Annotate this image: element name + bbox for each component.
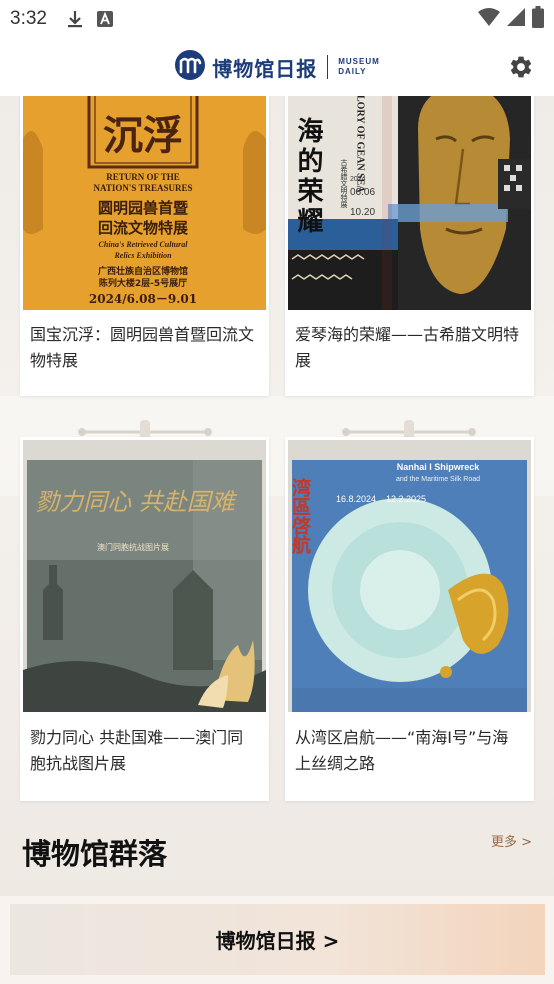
poster-cn-sub2: 回流文物特展 [98,219,188,237]
app-header: 博物馆日报 MUSEUM DAILY [0,38,554,96]
poster-venue1: 广西壮族自治区博物馆 [98,265,188,277]
poster-cn-big: 海的荣耀 [293,117,323,237]
poster-cn-small: 古希腊文明特展 [340,158,348,209]
exhibition-title[interactable]: 国宝沉浮：圆明园兽首暨回流文物特展 [30,322,259,374]
poster-en2: and the Maritime Silk Road [396,476,480,483]
logo-text: 博物馆日报 [212,56,318,81]
poster-year: 2024 [350,176,366,183]
bottom-bar: 博物馆日报 > [0,896,554,984]
poster-cn-big: 沉浮 [103,112,183,159]
section-title: 博物馆群落 [22,837,168,871]
settings-gear-icon[interactable] [508,54,534,80]
logo-en: MUSEUM DAILY [338,57,380,77]
logo-en-line2: DAILY [338,67,367,76]
exhibition-card[interactable]: 湾區啓航 Nanhai I Shipwreck and the Maritime… [285,437,534,801]
more-link[interactable]: 更多 > [491,831,532,850]
poster-dates: 2024/6.08－9.01 [89,292,197,306]
exhibition-feed[interactable]: 沉浮 RETURN OF THE NATION'S TREASURES 圆明园兽… [0,96,554,896]
exhibition-title[interactable]: 爱琴海的荣耀——古希腊文明特展 [295,322,524,374]
poster-en-sub2: Relics Exhibition [113,251,172,260]
poster-en1: Nanhai I Shipwreck [397,462,481,472]
logo-en-line1: MUSEUM [338,57,380,66]
museum-daily-button[interactable]: 博物馆日报 > [10,904,545,975]
exhibition-title[interactable]: 从湾区启航——“南海I号”与海上丝绸之路 [295,725,524,777]
exhibition-poster: 海的荣耀 LORY OF GEAN SEA 古希腊文明特展 2024 06.06… [288,96,531,310]
wifi-icon [478,7,500,31]
poster-date2: 10.20 [350,207,375,218]
signal-icon [506,7,526,31]
exhibition-poster: 沉浮 RETURN OF THE NATION'S TREASURES 圆明园兽… [23,96,266,310]
status-right [478,6,544,32]
poster-subtitle: 澳门同胞抗战图片展 [97,542,169,552]
exhibition-card[interactable]: 勠力同心 共赴国难 澳门同胞抗战图片展 勠力同心 共赴国难——澳门同胞抗战图片展 [20,437,269,801]
logo-mark-icon [174,49,206,85]
font-a-icon [96,11,113,27]
exhibition-title[interactable]: 勠力同心 共赴国难——澳门同胞抗战图片展 [30,725,259,777]
exhibition-poster: 湾區啓航 Nanhai I Shipwreck and the Maritime… [288,440,531,712]
battery-icon [532,6,544,32]
exhibition-card[interactable]: 沉浮 RETURN OF THE NATION'S TREASURES 圆明园兽… [20,96,269,396]
poster-date1: 16.8.2024 [336,494,376,504]
logo-divider [327,55,329,79]
poster-calligraphy: 勠力同心 共赴国难 [35,488,238,516]
poster-en-sub1: China's Retrieved Cultural [99,240,189,249]
status-bar: 3:32 [0,0,554,38]
poster-date2: 12.2.2025 [386,494,426,504]
app-logo: 博物馆日报 MUSEUM DAILY [174,49,380,85]
poster-en1: RETURN OF THE [106,172,180,182]
exhibition-card[interactable]: 海的荣耀 LORY OF GEAN SEA 古希腊文明特展 2024 06.06… [285,96,534,396]
exhibition-poster: 勠力同心 共赴国难 澳门同胞抗战图片展 [23,440,266,712]
download-icon [67,9,83,29]
poster-cn-big: 湾區啓航 [289,477,311,555]
poster-venue2: 陈列大楼2层-5号展厅 [99,277,187,289]
status-time: 3:32 [10,8,47,29]
poster-date1: 06.06 [350,187,375,198]
poster-en2: NATION'S TREASURES [94,183,193,193]
poster-cn-sub1: 圆明园兽首暨 [98,199,188,217]
